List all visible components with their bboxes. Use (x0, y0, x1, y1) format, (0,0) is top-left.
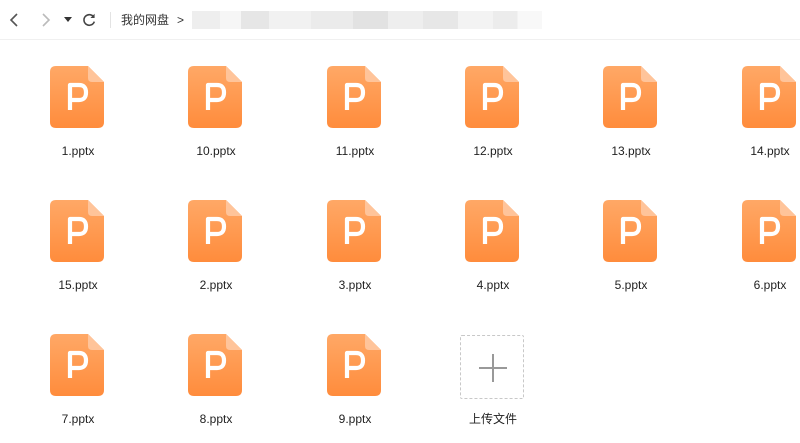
file-name: 9.pptx (338, 412, 372, 426)
pptx-file-icon (50, 334, 104, 396)
breadcrumb-root[interactable]: 我的网盘 (121, 12, 169, 28)
file-item[interactable]: 15.pptx (23, 174, 133, 292)
breadcrumb-path-redacted (192, 11, 542, 29)
file-name: 5.pptx (614, 278, 648, 292)
file-item[interactable]: 12.pptx (438, 40, 548, 158)
back-button[interactable] (5, 9, 25, 31)
chevron-right-icon (42, 13, 51, 27)
pptx-file-icon (465, 200, 519, 262)
file-name: 10.pptx (196, 144, 236, 158)
pptx-file-icon (603, 200, 657, 262)
file-item[interactable]: 5.pptx (576, 174, 686, 292)
file-item[interactable]: 11.pptx (300, 40, 410, 158)
refresh-button[interactable] (79, 9, 99, 31)
history-dropdown-button[interactable] (60, 9, 76, 31)
toolbar-divider (110, 12, 111, 28)
pptx-file-icon (327, 334, 381, 396)
file-item[interactable]: 10.pptx (161, 40, 271, 158)
file-item[interactable]: 14.pptx (715, 40, 800, 158)
pptx-file-icon (50, 200, 104, 262)
pptx-file-icon (327, 66, 381, 128)
file-item[interactable]: 8.pptx (161, 308, 271, 426)
pptx-file-icon (188, 334, 242, 396)
pptx-file-icon (465, 66, 519, 128)
upload-file-label: 上传文件 (468, 412, 517, 426)
pptx-file-icon (327, 200, 381, 262)
pptx-file-icon (50, 66, 104, 128)
file-name: 8.pptx (199, 412, 233, 426)
file-name: 2.pptx (199, 278, 233, 292)
file-grid: 1.pptx 10.pptx 11.pptx 12.pptx 13.pptx 14.ppt… (0, 40, 800, 443)
caret-down-icon (64, 17, 72, 22)
file-item[interactable]: 6.pptx (715, 174, 800, 292)
file-name: 14.pptx (750, 144, 790, 158)
refresh-icon (83, 13, 96, 26)
pptx-file-icon (742, 66, 796, 128)
file-item[interactable]: 1.pptx (23, 40, 133, 158)
file-name: 3.pptx (338, 278, 372, 292)
file-name: 1.pptx (61, 144, 95, 158)
file-name: 15.pptx (58, 278, 98, 292)
file-name: 4.pptx (476, 278, 510, 292)
file-item[interactable]: 2.pptx (161, 174, 271, 292)
toolbar: 我的网盘 > (0, 0, 800, 40)
breadcrumb-separator: > (177, 13, 185, 27)
file-name: 12.pptx (473, 144, 513, 158)
file-item[interactable]: 3.pptx (300, 174, 410, 292)
pptx-file-icon (188, 66, 242, 128)
file-name: 11.pptx (335, 144, 375, 158)
forward-button[interactable] (35, 9, 55, 31)
upload-file-button[interactable] (460, 335, 524, 399)
pptx-file-icon (188, 200, 242, 262)
pptx-file-icon (603, 66, 657, 128)
chevron-left-icon (9, 13, 18, 27)
file-name: 7.pptx (61, 412, 95, 426)
file-item[interactable]: 4.pptx (438, 174, 548, 292)
file-item[interactable]: 13.pptx (576, 40, 686, 158)
pptx-file-icon (742, 200, 796, 262)
file-name: 13.pptx (611, 144, 651, 158)
file-item[interactable]: 9.pptx (300, 308, 410, 426)
file-item[interactable]: 7.pptx (23, 308, 133, 426)
file-name: 6.pptx (753, 278, 787, 292)
